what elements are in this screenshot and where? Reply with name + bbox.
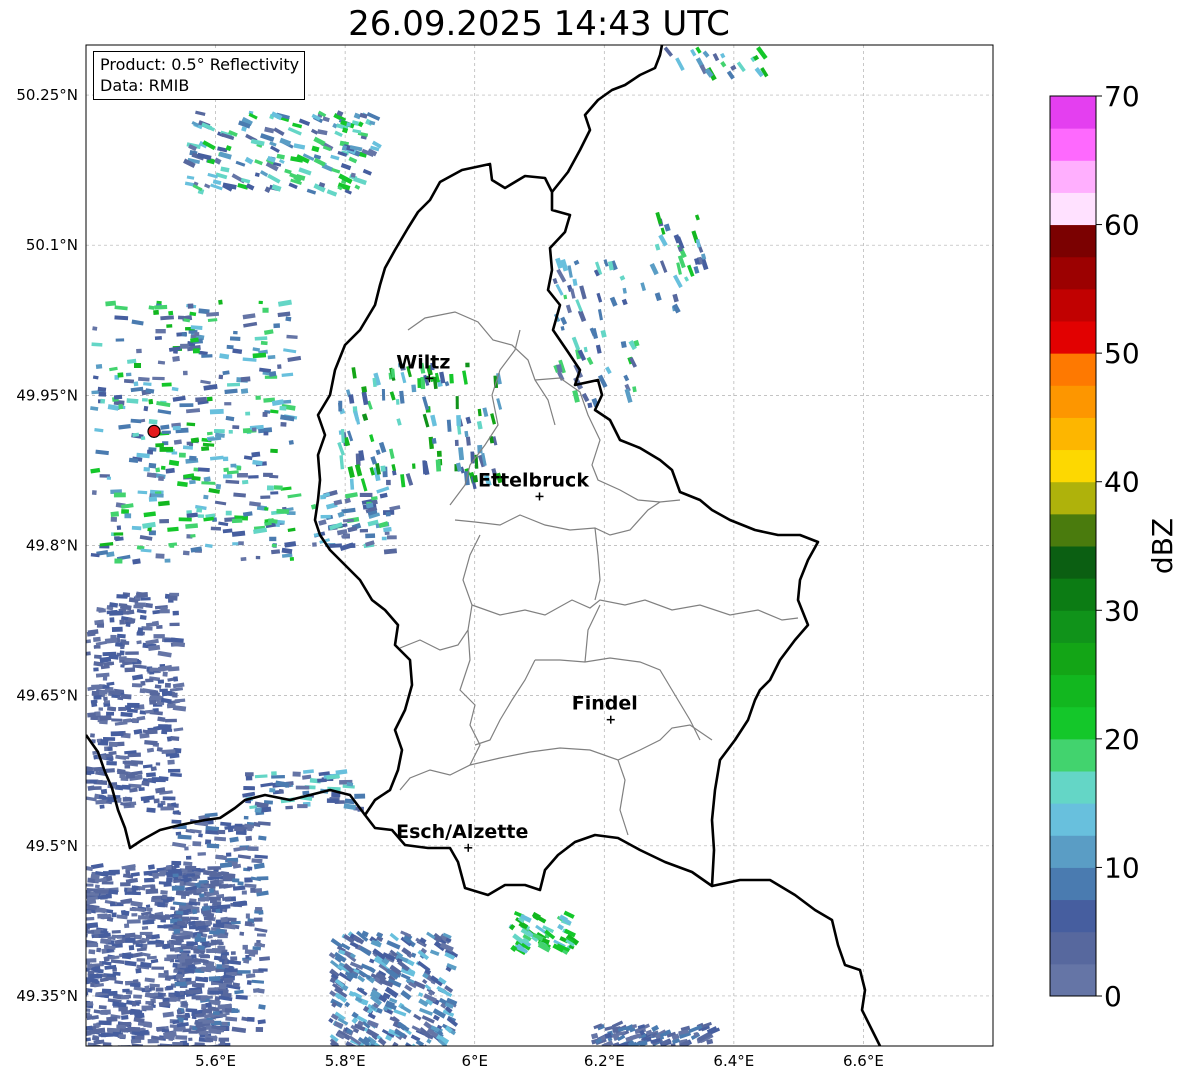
colorbar-swatch bbox=[1050, 931, 1096, 965]
colorbar-swatch bbox=[1050, 353, 1096, 386]
colorbar-tick-label: 0 bbox=[1104, 980, 1122, 1013]
lat-tick-label: 49.8°N bbox=[26, 537, 78, 555]
colorbar-swatch bbox=[1050, 321, 1096, 354]
lat-tick-label: 50.1°N bbox=[26, 236, 78, 254]
colorbar: 0 10 20 30 40 50 60 70 dBZ bbox=[1049, 80, 1179, 1013]
colorbar-swatch bbox=[1050, 385, 1096, 418]
lon-tick-label: 5.6°E bbox=[195, 1052, 236, 1070]
product-label: Product: 0.5° Reflectivity bbox=[100, 55, 300, 74]
lat-tick-label: 49.5°N bbox=[26, 837, 78, 855]
colorbar-swatch bbox=[1050, 835, 1096, 868]
lon-tick-label: 6.6°E bbox=[843, 1052, 884, 1070]
colorbar-swatch bbox=[1050, 417, 1096, 451]
colorbar-swatch bbox=[1050, 867, 1096, 901]
lon-tick-label: 6.4°E bbox=[713, 1052, 754, 1070]
colorbar-ticks: 0 10 20 30 40 50 60 70 bbox=[1096, 80, 1140, 1013]
colorbar-label: dBZ bbox=[1146, 518, 1179, 574]
colorbar-swatch bbox=[1050, 899, 1096, 933]
colorbar-tick-label: 70 bbox=[1104, 80, 1140, 113]
lon-tick-label: 6.2°E bbox=[584, 1052, 625, 1070]
colorbar-swatch bbox=[1050, 674, 1096, 708]
colorbar-tick-label: 50 bbox=[1104, 337, 1140, 370]
colorbar-swatch bbox=[1050, 256, 1096, 290]
colorbar-swatches bbox=[1050, 96, 1096, 997]
city-label: Wiltz bbox=[396, 351, 450, 373]
colorbar-swatch bbox=[1050, 642, 1096, 676]
colorbar-swatch bbox=[1050, 803, 1096, 836]
info-legend-box: Product: 0.5° Reflectivity Data: RMIB bbox=[93, 51, 306, 100]
colorbar-swatch bbox=[1050, 160, 1096, 193]
colorbar-swatch bbox=[1050, 513, 1096, 547]
colorbar-swatch bbox=[1050, 481, 1096, 515]
colorbar-tick-label: 10 bbox=[1104, 851, 1140, 884]
colorbar-swatch bbox=[1050, 610, 1096, 643]
lon-tick-label: 6°E bbox=[461, 1052, 488, 1070]
colorbar-swatch bbox=[1050, 706, 1096, 740]
colorbar-tick-label: 60 bbox=[1104, 209, 1140, 242]
lat-tick-label: 49.35°N bbox=[16, 987, 78, 1005]
colorbar-swatch bbox=[1050, 738, 1096, 772]
lon-tick-label: 5.8°E bbox=[325, 1052, 366, 1070]
city-label: Ettelbruck bbox=[478, 469, 589, 491]
colorbar-tick-label: 20 bbox=[1104, 723, 1140, 756]
city-label: Esch/Alzette bbox=[396, 821, 528, 843]
lat-tick-label: 50.25°N bbox=[16, 86, 78, 104]
colorbar-swatch bbox=[1050, 192, 1096, 226]
colorbar-swatch bbox=[1050, 449, 1096, 483]
colorbar-tick-label: 30 bbox=[1104, 594, 1140, 627]
colorbar-swatch bbox=[1050, 288, 1096, 322]
lat-tick-label: 49.65°N bbox=[16, 687, 78, 705]
colorbar-swatch bbox=[1050, 96, 1096, 129]
lat-tick-label: 49.95°N bbox=[16, 386, 78, 404]
colorbar-swatch bbox=[1050, 128, 1096, 161]
radar-map: Wiltz Ettelbruck Findel Esch/Alzette 50.25°… bbox=[16, 44, 994, 1070]
colorbar-swatch bbox=[1050, 546, 1096, 579]
colorbar-tick-label: 40 bbox=[1104, 466, 1140, 499]
colorbar-swatch bbox=[1050, 771, 1096, 804]
colorbar-swatch bbox=[1050, 224, 1096, 258]
colorbar-swatch bbox=[1050, 578, 1096, 611]
colorbar-swatch bbox=[1050, 963, 1096, 997]
city-label: Findel bbox=[572, 693, 638, 715]
radar-site-marker bbox=[147, 424, 161, 438]
data-source-label: Data: RMIB bbox=[100, 76, 190, 95]
